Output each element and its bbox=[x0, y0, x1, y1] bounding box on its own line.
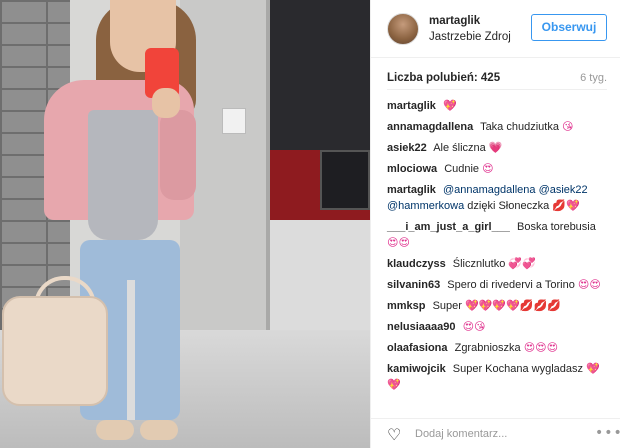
comment-author[interactable]: asiek22 bbox=[387, 142, 427, 154]
comment-item: martaglik @annamagdallena @asiek22 @hamm… bbox=[387, 182, 609, 214]
jacket-sleeve bbox=[160, 110, 196, 200]
comment-emoji: 😘 bbox=[562, 120, 574, 133]
username[interactable]: martaglik bbox=[429, 15, 480, 27]
comment-author[interactable]: silvanin63 bbox=[387, 279, 440, 291]
comment-emoji: 😍😍😍 bbox=[523, 341, 559, 354]
left-shoe bbox=[96, 420, 134, 440]
comment-text: Ślicznlutko bbox=[452, 258, 506, 270]
comment-author[interactable]: olaafasiona bbox=[387, 342, 448, 354]
comment-text: Taka chudziutka bbox=[480, 121, 559, 133]
comment-item: mmksp Super 💖💖💖💖💋💋💋 bbox=[387, 298, 609, 314]
ellipsis-icon[interactable]: ••• bbox=[595, 425, 620, 441]
comment-author[interactable]: martaglik bbox=[387, 100, 436, 112]
post-age[interactable]: 6 tyg. bbox=[580, 72, 607, 84]
comment-text: Ale śliczna bbox=[433, 142, 486, 154]
comment-item: mlociowa Cudnie 😍 bbox=[387, 161, 609, 177]
comment-author[interactable]: nelusiaaaa90 bbox=[387, 321, 456, 333]
quilted-bag bbox=[2, 296, 108, 406]
comment-author[interactable]: martaglik bbox=[387, 184, 436, 196]
comment-author[interactable]: annamagdallena bbox=[387, 121, 473, 133]
comment-emoji: 💋💖 bbox=[552, 199, 580, 212]
comment-item: martaglik 💖 bbox=[387, 98, 609, 114]
comment-item: olaafasiona Zgrabnioszka 😍😍😍 bbox=[387, 340, 609, 356]
comment-author[interactable]: mmksp bbox=[387, 300, 426, 312]
post-sidebar: martaglik Jastrzebie Zdroj Obserwuj Licz… bbox=[370, 0, 620, 448]
comment-item: annamagdallena Taka chudziutka 😘 bbox=[387, 119, 609, 135]
comment-text: Boska torebusia bbox=[516, 221, 596, 233]
leg-gap bbox=[127, 280, 135, 420]
oven bbox=[320, 150, 370, 210]
comment-text: Spero di rivedervi a Torino bbox=[447, 279, 575, 291]
post-photo[interactable] bbox=[0, 0, 370, 448]
comment-emoji: 😍😍 bbox=[577, 278, 601, 291]
post-header: martaglik Jastrzebie Zdroj Obserwuj bbox=[371, 0, 620, 58]
location[interactable]: Jastrzebie Zdroj bbox=[429, 31, 511, 43]
heart-outline-icon[interactable]: ♡ bbox=[387, 425, 401, 444]
mention-link[interactable]: @annamagdallena bbox=[443, 184, 536, 196]
comment-emoji: 💖💖💖💖💋💋💋 bbox=[465, 299, 561, 312]
comment-item: asiek22 Ale śliczna 💗 bbox=[387, 140, 609, 156]
comment-item: silvanin63 Spero di rivedervi a Torino 😍… bbox=[387, 277, 609, 293]
comment-text: dzięki Słoneczka bbox=[467, 200, 550, 212]
comment-author[interactable]: klaudczyss bbox=[387, 258, 446, 270]
comment-text: Super bbox=[432, 300, 462, 312]
mention-link[interactable]: @asiek22 bbox=[539, 184, 588, 196]
comment-item: klaudczyss Ślicznlutko 💞💞 bbox=[387, 256, 609, 272]
comment-emoji: 😍😍 bbox=[387, 236, 410, 249]
comment-author[interactable]: kamiwojcik bbox=[387, 363, 446, 375]
grey-top bbox=[88, 110, 158, 240]
comment-bar: ♡ ••• bbox=[371, 418, 620, 448]
comment-author[interactable]: mlociowa bbox=[387, 163, 437, 175]
comment-item: ___i_am_just_a_girl___ Boska torebusia 😍… bbox=[387, 219, 609, 251]
comment-emoji: 😍 bbox=[482, 162, 494, 175]
kitchen-background bbox=[270, 0, 370, 150]
comment-emoji: 😍😘 bbox=[462, 320, 486, 333]
follow-button[interactable]: Obserwuj bbox=[531, 14, 607, 41]
right-shoe bbox=[140, 420, 178, 440]
comment-input[interactable] bbox=[415, 425, 575, 443]
comment-text: Super Kochana wygladasz bbox=[452, 363, 584, 375]
likes-row: Liczba polubień: 425 6 tyg. bbox=[387, 72, 607, 90]
mention-link[interactable]: @hammerkowa bbox=[387, 200, 464, 212]
comment-emoji: 💗 bbox=[488, 141, 503, 154]
comment-text: Zgrabnioszka bbox=[454, 342, 521, 354]
comments-list: martaglik 💖 annamagdallena Taka chudziut… bbox=[387, 98, 609, 398]
comment-author[interactable]: ___i_am_just_a_girl___ bbox=[387, 221, 510, 233]
light-switch bbox=[222, 108, 246, 134]
comment-item: kamiwojcik Super Kochana wygladasz 💖💖 bbox=[387, 361, 609, 393]
avatar[interactable] bbox=[387, 13, 419, 45]
comment-emoji: 💖 bbox=[442, 99, 457, 112]
likes-count[interactable]: Liczba polubień: 425 bbox=[387, 72, 500, 84]
comment-item: nelusiaaaa90 😍😘 bbox=[387, 319, 609, 335]
comment-emoji: 💞💞 bbox=[508, 257, 536, 270]
hand bbox=[152, 88, 180, 118]
comment-text: Cudnie bbox=[444, 163, 480, 175]
